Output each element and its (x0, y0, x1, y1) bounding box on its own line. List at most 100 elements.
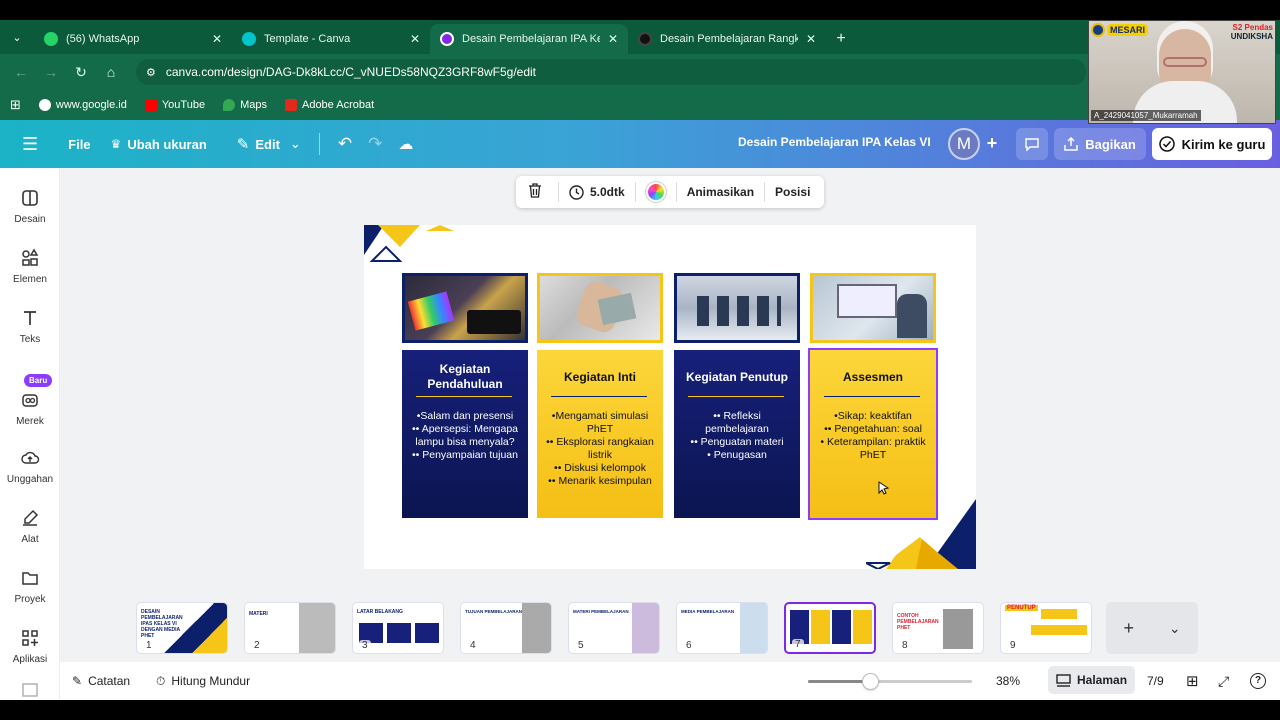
canva-header: ☰ File ♛ Ubah ukuran ✎ Edit ⌄ ↶ ↷ ☁ Desa… (0, 120, 1280, 168)
timing-button[interactable]: 5.0dtk (569, 184, 625, 200)
bookmark-youtube[interactable]: YouTube (144, 99, 205, 111)
close-icon[interactable]: ✕ (212, 32, 222, 46)
s2-pendas-logo: S2 Pendas UNDIKSHA (1231, 23, 1273, 41)
sidebar-item-proyek[interactable]: Proyek (0, 568, 60, 605)
thumb-image (943, 609, 973, 649)
send-to-teacher-button[interactable]: Kirim ke guru (1152, 128, 1272, 160)
page-thumb-3[interactable]: LATAR BELAKANG 3 (352, 602, 444, 654)
help-icon[interactable]: ? (1250, 673, 1266, 689)
tab-whatsapp[interactable]: (56) WhatsApp ✕ (34, 24, 232, 54)
close-icon[interactable]: ✕ (806, 32, 816, 46)
sidebar-label: Elemen (13, 274, 47, 285)
sidebar-item-elemen[interactable]: Elemen (0, 248, 60, 285)
main-menu-icon[interactable]: ☰ (14, 128, 46, 160)
card-title: Kegiatan Inti (563, 370, 636, 384)
photo-assesmen[interactable] (810, 273, 936, 343)
sidebar-item-teks[interactable]: Teks (0, 308, 60, 345)
apps-grid-icon[interactable]: ⊞ (10, 97, 21, 113)
notes-button[interactable]: ✎ Catatan (72, 674, 130, 688)
photo-penutup[interactable] (674, 273, 800, 343)
card-body: •Mengamati simulasi PhET •• Eksplorasi r… (546, 410, 654, 487)
image-icon (22, 683, 38, 697)
design-title[interactable]: Desain Pembelajaran IPA Kelas VI (738, 135, 931, 149)
thumb-title: LATAR BELAKANG (357, 609, 403, 615)
bookmark-maps[interactable]: Maps (223, 99, 267, 111)
card-body: •Sikap: keaktifan •• Pengetahuan: soal •… (820, 410, 926, 461)
undo-icon[interactable]: ↶ (330, 128, 360, 160)
color-wheel-icon[interactable] (645, 182, 666, 202)
card-penutup[interactable]: Kegiatan Penutup •• Refleksi pembelajara… (674, 350, 800, 518)
trash-icon[interactable] (522, 183, 548, 201)
logo-text: MESARI (1107, 24, 1149, 36)
resize-button[interactable]: ♛ Ubah ukuran (103, 128, 215, 160)
fullscreen-icon[interactable]: ⤢ (1218, 673, 1229, 690)
avatar[interactable]: M (948, 128, 980, 160)
page-thumb-2[interactable]: MATERI 2 (244, 602, 336, 654)
mesari-logo: MESARI (1091, 23, 1149, 37)
photo-pendahuluan[interactable] (402, 273, 528, 343)
chevron-down-icon[interactable]: ⌄ (1169, 620, 1181, 637)
cloud-saved-icon[interactable]: ☁ (390, 128, 421, 160)
page-thumb-4[interactable]: TUJUAN PEMBELAJARAN 4 (460, 602, 552, 654)
grid-view-icon[interactable]: ⊞ (1186, 672, 1199, 690)
page-thumb-1[interactable]: DESAIN PEMBELAJARAN IPAS KELAS VI DENGAN… (136, 602, 228, 654)
forward-arrow-icon[interactable]: → (38, 59, 64, 85)
close-icon[interactable]: ✕ (410, 32, 420, 46)
share-button[interactable]: Bagikan (1054, 128, 1146, 160)
bookmark-google[interactable]: www.google.id (38, 99, 127, 111)
tab-search-button[interactable]: ⌄ (0, 20, 34, 54)
timer-button[interactable]: ⏱ Hitung Mundur (156, 674, 250, 689)
card-assesmen[interactable]: Assesmen •Sikap: keaktifan •• Pengetahua… (808, 348, 938, 520)
page-thumb-8[interactable]: CONTOH PEMBELAJARAN PHET 8 (892, 602, 984, 654)
address-bar[interactable]: ⚙ canva.com/design/DAG-Dk8kLcc/C_vNUEDs5… (136, 59, 1086, 85)
back-arrow-icon[interactable]: ← (8, 59, 34, 85)
sidebar-item-desain[interactable]: Desain (0, 188, 60, 225)
page-thumb-5[interactable]: MATERI PEMBELAJARAN 5 (568, 602, 660, 654)
photo-inti[interactable] (537, 273, 663, 343)
edit-menu[interactable]: ✎ Edit ⌄ (229, 128, 309, 160)
zoom-slider[interactable] (808, 674, 972, 689)
page-thumb-9[interactable]: PENUTUP 9 (1000, 602, 1092, 654)
status-footer: ✎ Catatan ⏱ Hitung Mundur 38% Halaman 7/… (60, 662, 1280, 700)
sidebar-label: Aplikasi (12, 654, 48, 665)
reload-icon[interactable]: ↻ (68, 59, 94, 85)
position-button[interactable]: Posisi (775, 185, 810, 199)
redo-icon[interactable]: ↷ (360, 128, 390, 160)
layout-icon (22, 190, 38, 206)
brand-bottom: UNDIKSHA (1230, 32, 1273, 41)
close-icon[interactable]: ✕ (608, 32, 618, 46)
page-thumb-6[interactable]: MEDIA PEMBELAJARAN 6 (676, 602, 768, 654)
sidebar-label: Alat (21, 534, 39, 545)
zoom-slider-thumb[interactable] (863, 674, 879, 689)
comment-icon[interactable] (1016, 128, 1048, 160)
slide-canvas[interactable]: Kegiatan Pendahuluan •Salam dan presensi… (364, 225, 976, 569)
tab-design-rangkaian[interactable]: Desain Pembelajaran Rangkaian ✕ (628, 24, 826, 54)
home-icon[interactable]: ⌂ (98, 59, 124, 85)
card-body: •• Refleksi pembelajaran •• Penguatan ma… (690, 410, 784, 461)
file-menu[interactable]: File (60, 128, 98, 160)
card-title: Assesmen (842, 370, 904, 384)
site-info-icon[interactable]: ⚙ (146, 66, 156, 79)
new-tab-button[interactable]: + (826, 24, 856, 54)
page-thumb-7[interactable]: 7 (784, 602, 876, 654)
sidebar-item-unggahan[interactable]: Unggahan (0, 448, 60, 485)
sidebar-item-alat[interactable]: Alat (0, 508, 60, 545)
zoom-level[interactable]: 38% (996, 674, 1020, 688)
draw-icon (23, 509, 39, 526)
pages-button[interactable]: Halaman (1048, 666, 1136, 694)
sidebar-item-aplikasi[interactable]: Aplikasi (0, 628, 60, 665)
add-collaborator-icon[interactable]: + (982, 134, 1002, 154)
duration-label: 5.0dtk (590, 185, 625, 199)
animate-button[interactable]: Animasikan (687, 185, 754, 199)
tab-design-ipa[interactable]: Desain Pembelajaran IPA Kelas VI ✕ (430, 24, 628, 54)
thumb-title: MATERI PEMBELAJARAN (573, 609, 629, 614)
plus-icon[interactable]: + (1123, 618, 1134, 639)
sidebar-item-merek[interactable]: Baru Merek (0, 374, 60, 427)
bookmark-acrobat[interactable]: Adobe Acrobat (284, 99, 374, 111)
tab-canva-template[interactable]: Template - Canva ✕ (232, 24, 430, 54)
card-divider (824, 396, 920, 397)
add-page-button[interactable]: + ⌄ (1106, 602, 1198, 654)
card-pendahuluan[interactable]: Kegiatan Pendahuluan •Salam dan presensi… (402, 350, 528, 518)
sidebar-item-more[interactable] (0, 680, 60, 700)
card-inti[interactable]: Kegiatan Inti •Mengamati simulasi PhET •… (537, 350, 663, 518)
